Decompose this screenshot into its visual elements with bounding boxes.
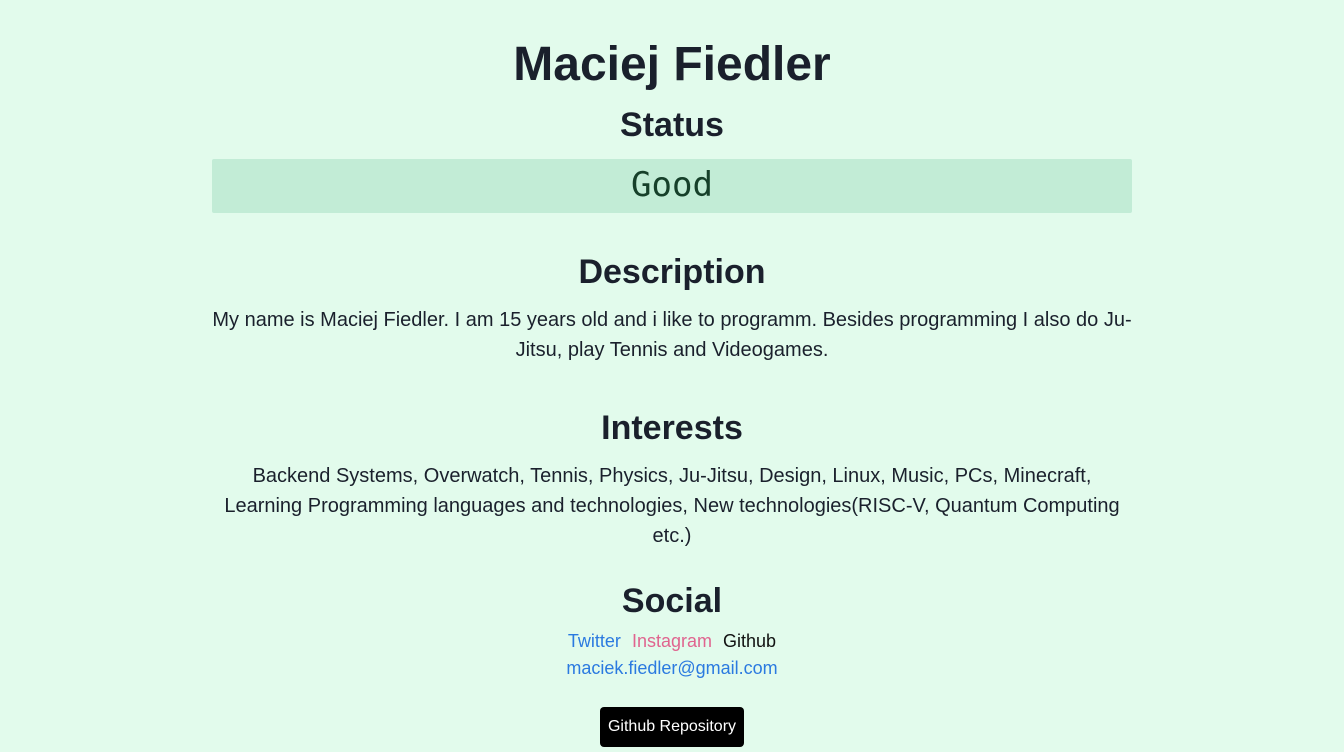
instagram-link[interactable]: Instagram xyxy=(632,631,712,651)
github-repository-button[interactable]: Github Repository xyxy=(599,707,745,747)
social-links: Twitter Instagram Github xyxy=(212,630,1132,652)
status-heading: Status xyxy=(620,106,724,144)
social-heading: Social xyxy=(621,582,723,620)
interests-text: Backend Systems, Overwatch, Tennis, Phys… xyxy=(224,465,1120,547)
twitter-link[interactable]: Twitter xyxy=(568,631,621,651)
description-text: My name is Maciej Fiedler. I am 15 years… xyxy=(212,309,1132,361)
description-heading: Description xyxy=(578,253,766,291)
page-title: Maciej Fiedler xyxy=(513,38,831,91)
email-link[interactable]: maciek.fiedler@gmail.com xyxy=(212,657,1132,679)
status-badge: Good xyxy=(212,159,1132,213)
profile-page: Maciej Fiedler Status Good Description M… xyxy=(212,0,1132,747)
github-link[interactable]: Github xyxy=(723,631,776,651)
interests-heading: Interests xyxy=(601,409,743,447)
